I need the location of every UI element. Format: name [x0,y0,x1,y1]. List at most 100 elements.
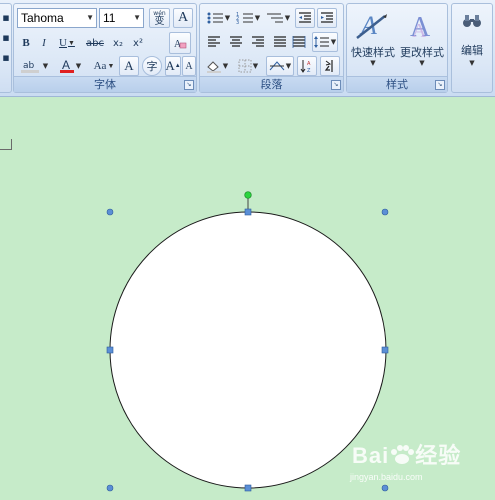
svg-text:3: 3 [236,20,239,25]
enclose-char-button[interactable]: 字 [142,56,162,76]
chevron-down-icon[interactable]: ▼ [400,59,444,67]
paragraph-group: ▼ 1 2 3 ▼ ▼ ▼ ▼ ▼ ▼ AZ 段落 ↘ [199,3,344,93]
grow-font-button[interactable]: A ▲ [165,56,181,76]
sort-button[interactable]: AZ [297,56,317,76]
line-spacing-button[interactable]: ▼ [312,32,338,52]
align-left-icon [208,36,220,47]
numbering-icon: 123 [236,12,253,25]
editing-group: 编辑 ▼ [451,3,493,93]
cut-fragment-icon[interactable]: ▪ [1,28,11,46]
resize-handle-top-left[interactable] [106,208,114,216]
multilevel-list-button[interactable]: ▼ [264,9,292,27]
quick-styles-icon: A [356,11,387,40]
chinese-layout-button[interactable]: ▼ [266,56,294,76]
increase-indent-icon [321,12,333,23]
font-family-combo[interactable]: Tahoma ▼ [17,8,97,28]
bold-button[interactable]: B [18,34,34,52]
chevron-down-icon[interactable]: ▼ [133,9,141,27]
chinese-layout-icon [269,61,285,71]
phonetic-guide-button[interactable]: wén 变 [149,8,170,28]
paste-fragment-icon[interactable]: ▪ [1,8,11,26]
styles-group: A 快速样式 ▼ A A 更改样式 ▼ 样式 ↘ [346,3,448,93]
paint-bucket-icon [206,61,221,73]
resize-handle-bottom[interactable] [244,484,252,492]
watermark-url: jingyan.baidu.com [350,472,423,482]
paragraph-mark-icon [324,60,333,72]
show-marks-button[interactable] [320,56,340,76]
char-shading-glyph: A [124,58,134,73]
font-color-button[interactable]: A ▼ [56,57,84,75]
bullets-button[interactable]: ▼ [204,9,232,27]
chevron-down-icon[interactable]: ▼ [351,59,395,67]
highlight-color-button[interactable]: ab ▼ [17,57,51,75]
resize-handle-top[interactable] [244,208,252,216]
resize-handle-top-right[interactable] [381,208,389,216]
font-dialog-launcher-icon[interactable]: ↘ [184,80,194,90]
multilevel-list-icon [266,13,283,23]
paragraph-dialog-launcher-icon[interactable]: ↘ [331,80,341,90]
increase-indent-button[interactable] [317,8,337,28]
change-styles-icon: A A [410,12,431,42]
line-spacing-icon [313,36,329,48]
svg-text:Z: Z [307,68,311,73]
shrink-font-glyph: A [185,60,193,72]
change-case-glyph: Aa [93,60,107,72]
editing-button[interactable]: 编辑 ▼ [451,10,493,70]
align-right-button[interactable] [248,33,268,51]
font-group: Tahoma ▼ 11 ▼ wén 变 A B I U ▼ abc x₂ x² A… [13,3,197,93]
italic-button[interactable]: I [36,34,52,52]
font-color-icon: A [59,58,74,73]
borders-icon [238,59,252,73]
grow-font-glyph: A [165,58,175,73]
char-border-glyph: A [177,10,189,25]
paragraph-group-label: 段落 [200,76,343,92]
brush-fragment-icon[interactable]: ▪ [1,48,11,66]
align-center-button[interactable] [226,33,246,51]
char-shading-button[interactable]: A [119,56,139,76]
shading-button[interactable]: ▼ [203,57,231,75]
resize-handle-bottom-right[interactable] [381,484,389,492]
clear-format-button[interactable]: A [169,32,191,54]
watermark-brand-cn: 经验 [415,443,462,468]
underline-button[interactable]: U ▼ [56,34,78,52]
quick-styles-label: 快速样式 [351,46,395,59]
svg-text:A: A [412,20,427,42]
align-right-icon [252,36,264,47]
shrink-font-button[interactable]: A [182,56,196,76]
change-styles-button[interactable]: A A 更改样式 ▼ [400,10,444,70]
bullets-icon [207,12,223,24]
borders-button[interactable]: ▼ [234,57,262,75]
phonetic-guide-bottom: 变 [154,15,165,27]
numbering-button[interactable]: 1 2 3 ▼ [234,9,262,27]
paw-icon [391,445,415,464]
rotation-handle[interactable] [244,191,252,199]
styles-dialog-launcher-icon[interactable]: ↘ [435,80,445,90]
strikethrough-button[interactable]: abc [84,34,106,52]
resize-handle-left[interactable] [106,346,114,354]
change-case-button[interactable]: Aa ▼ [90,57,118,75]
char-border-button[interactable]: A [173,8,193,28]
chevron-down-icon[interactable]: ▼ [86,9,94,27]
underline-glyph: U [59,37,67,49]
font-size-combo[interactable]: 11 ▼ [99,8,144,28]
italic-glyph: I [42,37,46,49]
decrease-indent-button[interactable] [295,8,315,28]
styles-group-label: 样式 [347,76,447,92]
resize-handle-bottom-left[interactable] [106,484,114,492]
quick-styles-button[interactable]: A 快速样式 ▼ [351,10,395,70]
highlighter-icon: ab [20,61,39,73]
subscript-button[interactable]: x₂ [109,34,127,52]
superscript-button[interactable]: x² [129,34,147,52]
align-left-button[interactable] [204,33,224,51]
font-size-value: 11 [103,11,116,25]
circle-shape[interactable] [109,211,387,489]
justify-button[interactable] [270,33,290,51]
strikethrough-glyph: abc [86,37,104,49]
subscript-glyph: x₂ [113,37,123,49]
distributed-button[interactable] [290,33,308,51]
chevron-down-icon[interactable]: ▼ [451,59,493,67]
distributed-icon [292,36,306,48]
ribbon: ▪ ▪ ▪ Tahoma ▼ 11 ▼ wén 变 A B I U ▼ abc x… [0,0,495,97]
resize-handle-right[interactable] [381,346,389,354]
binoculars-icon [463,15,481,27]
